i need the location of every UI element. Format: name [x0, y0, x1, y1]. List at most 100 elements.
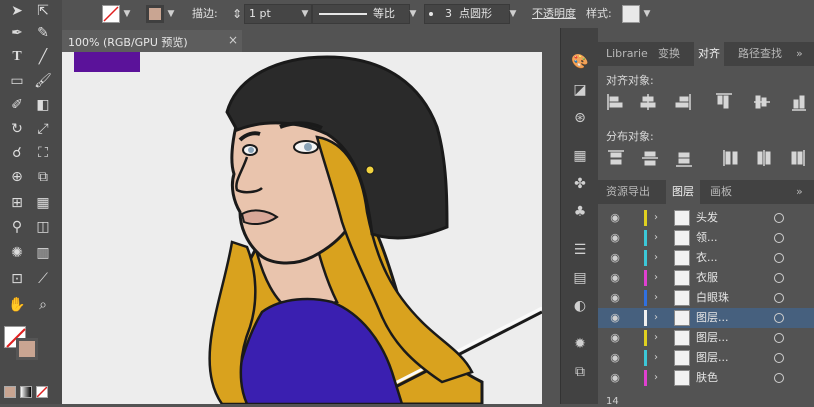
curvature-tool-icon[interactable]: ✎ [32, 22, 54, 44]
column-graph-tool-icon[interactable]: ▥ [32, 242, 54, 264]
layer-name[interactable]: 衣... [696, 248, 718, 268]
target-icon[interactable] [774, 313, 784, 323]
fill-stroke-widget[interactable] [4, 326, 38, 360]
color-mode-icon[interactable] [4, 386, 16, 398]
eraser-tool-icon[interactable]: ◧ [32, 94, 54, 116]
free-transform-tool-icon[interactable]: ⛶ [32, 142, 54, 164]
target-icon[interactable] [774, 353, 784, 363]
tab-transform[interactable]: 变换 [658, 42, 680, 66]
layer-name[interactable]: 白眼珠 [696, 288, 729, 308]
stroke-color-swatch[interactable] [16, 338, 38, 360]
expand-triangle-icon[interactable]: › [654, 290, 664, 306]
tab-asset-export[interactable]: 资源导出 [606, 180, 650, 204]
none-mode-icon[interactable] [36, 386, 48, 398]
layer-name[interactable]: 肤色 [696, 368, 718, 388]
tab-align[interactable]: 对齐 [694, 42, 724, 66]
chevron-down-icon[interactable]: ▼ [122, 4, 132, 24]
expand-triangle-icon[interactable]: › [654, 310, 664, 326]
layer-row[interactable]: ◉ › 头发 [598, 208, 814, 228]
paintbrush-tool-icon[interactable]: 🖌 [32, 70, 54, 92]
eye-icon[interactable]: ◉ [608, 371, 622, 385]
stroke-panel-icon[interactable]: ☰ [570, 240, 590, 260]
layer-name[interactable]: 图层... [696, 308, 729, 328]
expand-triangle-icon[interactable]: › [654, 350, 664, 366]
selection-tool-icon[interactable]: ➤ [6, 0, 28, 22]
scale-tool-icon[interactable]: ⤢ [32, 118, 54, 140]
zoom-tool-icon[interactable]: ⌕ [32, 294, 54, 316]
chevron-down-icon[interactable]: ▼ [508, 4, 518, 24]
eye-icon[interactable]: ◉ [608, 331, 622, 345]
appearance-icon[interactable]: ✹ [570, 334, 590, 354]
stroke-swatch[interactable] [146, 5, 164, 23]
variable-width-profile[interactable]: 等比 [312, 4, 410, 24]
expand-triangle-icon[interactable]: › [654, 230, 664, 246]
eye-icon[interactable]: ◉ [608, 311, 622, 325]
tab-layers[interactable]: 图层 [666, 180, 700, 204]
rectangle-tool-icon[interactable]: ▭ [6, 70, 28, 92]
layer-name[interactable]: 图层... [696, 328, 729, 348]
eye-icon[interactable]: ◉ [608, 251, 622, 265]
layer-name[interactable]: 领... [696, 228, 718, 248]
artboard-canvas[interactable] [62, 52, 542, 404]
target-icon[interactable] [774, 333, 784, 343]
target-icon[interactable] [774, 233, 784, 243]
line-tool-icon[interactable]: ╱ [32, 46, 54, 68]
expand-triangle-icon[interactable]: › [654, 370, 664, 386]
graphic-style-swatch[interactable] [622, 5, 640, 23]
recolor-icon[interactable]: ⊛ [570, 108, 590, 128]
layer-name[interactable]: 衣服 [696, 268, 718, 288]
opacity-link[interactable]: 不透明度 [532, 4, 576, 24]
brush-definition[interactable]: 3 点圆形 [424, 4, 510, 24]
shape-builder-tool-icon[interactable]: ⊕ [6, 166, 28, 188]
artboard-tool-icon[interactable]: ⊡ [6, 268, 28, 290]
chevron-down-icon[interactable]: ▼ [642, 4, 652, 24]
target-icon[interactable] [774, 373, 784, 383]
layer-row[interactable]: ◉ › 衣... [598, 248, 814, 268]
gradient-tool-icon[interactable]: ▦ [32, 192, 54, 214]
pen-tool-icon[interactable]: ✒ [6, 22, 28, 44]
target-icon[interactable] [774, 253, 784, 263]
stroke-stepper-icon[interactable]: ⇕ [232, 4, 242, 24]
target-icon[interactable] [774, 213, 784, 223]
eye-icon[interactable]: ◉ [608, 291, 622, 305]
symbol-sprayer-tool-icon[interactable]: ✺ [6, 242, 28, 264]
layer-name[interactable]: 图层... [696, 348, 729, 368]
tab-artboards[interactable]: 画板 [710, 180, 732, 204]
chevron-down-icon[interactable]: ▼ [166, 4, 176, 24]
gradient-panel-icon[interactable]: ▤ [570, 268, 590, 288]
symbols-icon[interactable]: ♣ [570, 202, 590, 222]
expand-triangle-icon[interactable]: › [654, 330, 664, 346]
swatches-icon[interactable]: ▦ [570, 146, 590, 166]
slice-tool-icon[interactable]: ⟋ [32, 268, 54, 290]
layer-row[interactable]: ◉ › 肤色 [598, 368, 814, 388]
expand-triangle-icon[interactable]: › [654, 210, 664, 226]
layer-row[interactable]: ◉ › 白眼珠 [598, 288, 814, 308]
blend-tool-icon[interactable]: ◫ [32, 216, 54, 238]
close-icon[interactable]: × [228, 33, 238, 47]
target-icon[interactable] [774, 273, 784, 283]
brushes-icon[interactable]: ✤ [570, 174, 590, 194]
panel-menu-icon[interactable]: » [796, 42, 803, 66]
eye-icon[interactable]: ◉ [608, 351, 622, 365]
eye-icon[interactable]: ◉ [608, 231, 622, 245]
layer-name[interactable]: 头发 [696, 208, 718, 228]
layer-row[interactable]: ◉ › 图层... [598, 348, 814, 368]
layer-row[interactable]: ◉ › 图层... [598, 308, 814, 328]
eye-icon[interactable]: ◉ [608, 271, 622, 285]
color-guide-icon[interactable]: ◪ [570, 80, 590, 100]
panel-menu-icon[interactable]: » [796, 180, 803, 204]
tab-libraries[interactable]: Librarie [606, 42, 648, 66]
chevron-down-icon[interactable]: ▼ [408, 4, 418, 24]
distribute-objects-icons[interactable] [606, 148, 806, 170]
layer-row[interactable]: ◉ › 图层... [598, 328, 814, 348]
perspective-grid-tool-icon[interactable]: ⧉ [32, 166, 54, 188]
graphic-styles-icon[interactable]: ⧉ [570, 362, 590, 382]
target-icon[interactable] [774, 293, 784, 303]
chevron-down-icon[interactable]: ▼ [300, 4, 310, 24]
shaper-tool-icon[interactable]: ✐ [6, 94, 28, 116]
align-objects-icons[interactable] [606, 92, 806, 114]
layer-row[interactable]: ◉ › 衣服 [598, 268, 814, 288]
direct-selection-tool-icon[interactable]: ⇱ [32, 0, 54, 22]
expand-triangle-icon[interactable]: › [654, 270, 664, 286]
hand-tool-icon[interactable]: ✋ [6, 294, 28, 316]
